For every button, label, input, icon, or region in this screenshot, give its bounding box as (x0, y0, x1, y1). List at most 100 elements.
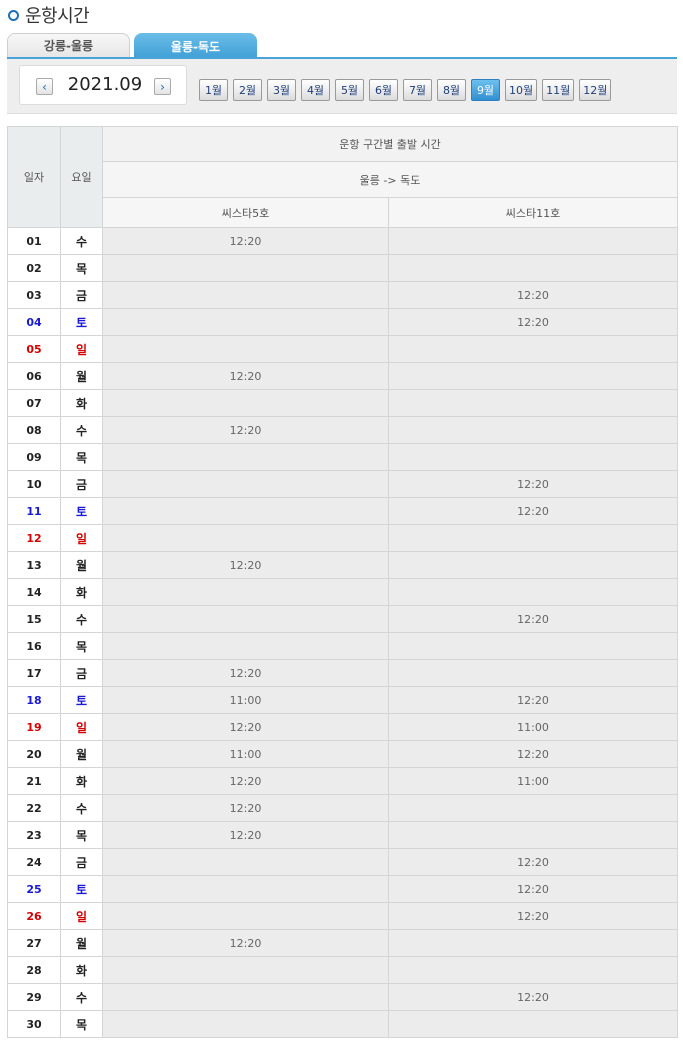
month-button[interactable]: 11월 (542, 79, 575, 101)
month-button[interactable]: 7월 (403, 79, 432, 101)
dow-cell: 화 (60, 767, 103, 795)
departure-time-seastar11: 12:20 (387, 902, 679, 930)
departure-time-seastar5 (102, 875, 389, 903)
departure-time-seastar11: 11:00 (387, 767, 679, 795)
day-cell: 08 (7, 416, 61, 444)
day-cell: 02 (7, 254, 61, 282)
tab-gangneung-ulleung[interactable]: 강릉-울릉 (7, 33, 130, 57)
table-row: 05 일 (7, 335, 679, 363)
departure-time-seastar11 (387, 551, 679, 579)
departure-time-seastar11 (387, 416, 679, 444)
day-cell: 30 (7, 1010, 61, 1038)
dow-cell: 수 (60, 983, 103, 1011)
month-navigation: ‹ 2021.09 › 1월 2월 3월 4월 5월 6월 7월 8월 9월 10월 11월 12월 (7, 59, 677, 114)
table-row: 18 토 11:00 12:20 (7, 686, 679, 714)
dow-cell: 일 (60, 713, 103, 741)
departure-time-seastar11 (387, 362, 679, 390)
departure-time-seastar5 (102, 254, 389, 282)
month-button[interactable]: 8월 (437, 79, 466, 101)
day-cell: 22 (7, 794, 61, 822)
departure-time-seastar5: 12:20 (102, 659, 389, 687)
table-row: 30 목 (7, 1010, 679, 1038)
departure-time-seastar11 (387, 578, 679, 606)
month-button[interactable]: 9월 (471, 79, 500, 101)
month-buttons: 1월 2월 3월 4월 5월 6월 7월 8월 9월 10월 11월 12월 (199, 79, 612, 101)
departure-time-seastar11: 12:20 (387, 983, 679, 1011)
dow-cell: 수 (60, 794, 103, 822)
departure-time-seastar5: 12:20 (102, 767, 389, 795)
departure-time-seastar5: 12:20 (102, 929, 389, 957)
day-cell: 19 (7, 713, 61, 741)
departure-time-seastar5 (102, 470, 389, 498)
departure-time-seastar11: 12:20 (387, 875, 679, 903)
dow-cell: 금 (60, 659, 103, 687)
day-cell: 29 (7, 983, 61, 1011)
dow-cell: 수 (60, 416, 103, 444)
month-button[interactable]: 2월 (233, 79, 262, 101)
departure-time-seastar5: 12:20 (102, 362, 389, 390)
dow-cell: 금 (60, 470, 103, 498)
month-button[interactable]: 1월 (199, 79, 228, 101)
dow-cell: 일 (60, 524, 103, 552)
month-button[interactable]: 12월 (579, 79, 612, 101)
departure-time-seastar5 (102, 524, 389, 552)
table-row: 23 목 12:20 (7, 821, 679, 849)
day-cell: 07 (7, 389, 61, 417)
table-row: 26 일 12:20 (7, 902, 679, 930)
tab-ulleung-dokdo[interactable]: 울릉-독도 (134, 33, 257, 59)
departure-time-seastar11 (387, 254, 679, 282)
month-button[interactable]: 3월 (267, 79, 296, 101)
vessel-seastar11: 씨스타11호 (387, 197, 679, 228)
current-month-box: ‹ 2021.09 › (19, 65, 187, 105)
day-cell: 12 (7, 524, 61, 552)
table-row: 11 토 12:20 (7, 497, 679, 525)
dow-cell: 화 (60, 389, 103, 417)
departure-time-seastar5 (102, 956, 389, 984)
schedule-table: 일자 요일 운항 구간별 출발 시간 울릉 -> 독도 씨스타5호 씨스타11호… (7, 126, 679, 1038)
table-row: 02 목 (7, 254, 679, 282)
schedule-rows: 01 수 12:20 02 목 03 금 12:20 04 토 12:20 05 일 06 월 12:20 07… (7, 227, 679, 1038)
day-cell: 18 (7, 686, 61, 714)
departure-time-seastar5 (102, 902, 389, 930)
departure-time-seastar5 (102, 1010, 389, 1038)
dow-cell: 월 (60, 740, 103, 768)
departure-time-seastar11 (387, 929, 679, 957)
departure-time-seastar5: 12:20 (102, 551, 389, 579)
departure-time-seastar5 (102, 335, 389, 363)
table-row: 06 월 12:20 (7, 362, 679, 390)
month-button[interactable]: 10월 (505, 79, 538, 101)
table-row: 22 수 12:20 (7, 794, 679, 822)
dow-cell: 토 (60, 497, 103, 525)
table-row: 04 토 12:20 (7, 308, 679, 336)
departure-time-seastar11 (387, 1010, 679, 1038)
departure-time-seastar11: 12:20 (387, 686, 679, 714)
day-cell: 01 (7, 227, 61, 255)
table-row: 14 화 (7, 578, 679, 606)
dow-cell: 토 (60, 875, 103, 903)
departure-time-seastar11 (387, 227, 679, 255)
month-button[interactable]: 4월 (301, 79, 330, 101)
departure-time-seastar5 (102, 497, 389, 525)
departure-time-seastar5 (102, 632, 389, 660)
day-cell: 17 (7, 659, 61, 687)
circle-bullet-icon (8, 9, 19, 21)
departure-time-seastar11: 12:20 (387, 470, 679, 498)
day-cell: 16 (7, 632, 61, 660)
day-cell: 24 (7, 848, 61, 876)
dow-cell: 목 (60, 254, 103, 282)
table-row: 13 월 12:20 (7, 551, 679, 579)
dow-cell: 일 (60, 335, 103, 363)
month-button[interactable]: 5월 (335, 79, 364, 101)
table-row: 16 목 (7, 632, 679, 660)
departure-time-seastar11 (387, 956, 679, 984)
header-day: 일자 (7, 126, 61, 228)
departure-time-seastar11 (387, 659, 679, 687)
table-row: 12 일 (7, 524, 679, 552)
month-button[interactable]: 6월 (369, 79, 398, 101)
dow-cell: 월 (60, 551, 103, 579)
chevron-right-icon[interactable]: › (154, 78, 171, 95)
page-heading: 운항시간 (8, 2, 90, 28)
chevron-left-icon[interactable]: ‹ (36, 78, 53, 95)
table-row: 20 월 11:00 12:20 (7, 740, 679, 768)
departure-time-seastar11: 12:20 (387, 605, 679, 633)
